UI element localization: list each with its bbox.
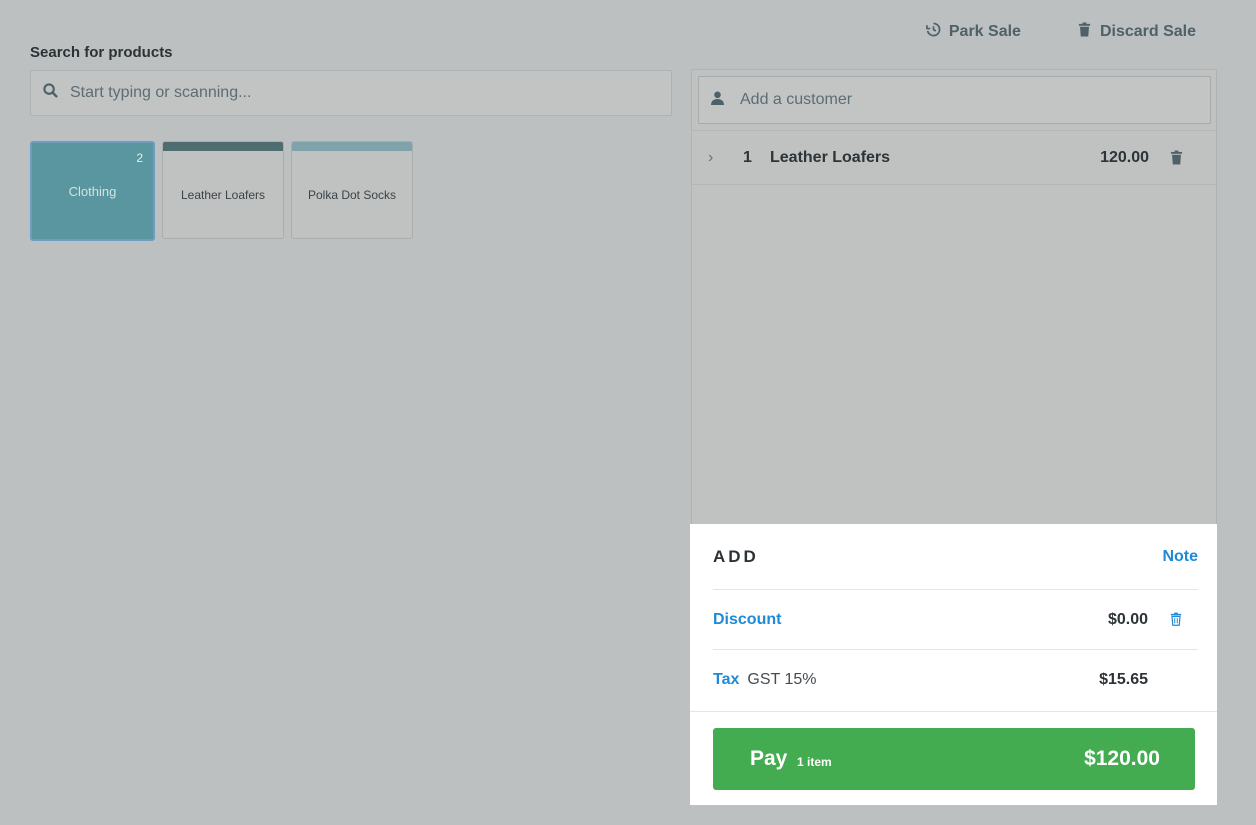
add-note-link[interactable]: Note: [1162, 548, 1198, 566]
tax-row: Tax GST 15% $15.65: [713, 650, 1198, 710]
tile-category-clothing[interactable]: 2 Clothing: [30, 141, 155, 241]
pay-button[interactable]: Pay 1 item $120.00: [713, 728, 1195, 790]
line-item-price: 120.00: [1100, 148, 1149, 166]
product-search[interactable]: [30, 70, 672, 116]
history-icon: [925, 22, 941, 42]
tax-amount: $15.65: [1099, 671, 1148, 688]
discount-row: Discount $0.00: [713, 590, 1198, 650]
remove-item-icon[interactable]: [1170, 150, 1183, 170]
add-customer-field[interactable]: Add a customer: [698, 76, 1211, 124]
search-label: Search for products: [30, 44, 173, 61]
tax-link[interactable]: Tax: [713, 671, 739, 689]
tile-color-bar: [292, 142, 412, 151]
line-item-qty: 1: [743, 148, 752, 166]
tile-product-polka-dot-socks[interactable]: Polka Dot Socks: [291, 141, 413, 239]
line-item[interactable]: › 1 Leather Loafers 120.00: [692, 130, 1216, 185]
top-actions: Park Sale Discard Sale: [925, 22, 1196, 42]
park-sale-label: Park Sale: [948, 23, 1021, 40]
tile-label: Clothing: [68, 183, 117, 199]
discount-link[interactable]: Discount: [713, 611, 781, 629]
divider: [690, 711, 1217, 712]
tile-label: Leather Loafers: [180, 187, 266, 202]
discount-amount: $0.00: [1107, 610, 1148, 628]
pay-total: $120.00: [1084, 747, 1160, 770]
add-title: ADD: [713, 546, 759, 566]
sell-screen: Park Sale Discard Sale Search for produc…: [0, 0, 1256, 825]
search-input[interactable]: [70, 84, 630, 102]
chevron-right-icon[interactable]: ›: [708, 149, 713, 167]
discard-sale-button[interactable]: Discard Sale: [1077, 22, 1196, 42]
tile-color-bar: [163, 142, 283, 151]
discard-sale-label: Discard Sale: [1099, 23, 1196, 40]
remove-discount-icon[interactable]: [1170, 612, 1182, 631]
sale-summary: ADD Note Discount $0.00 Tax GST 15% $15.…: [690, 524, 1217, 805]
quick-keys: 2 Clothing Leather Loafers Polka Dot Soc…: [30, 141, 413, 241]
user-icon: [711, 91, 740, 110]
pay-item-count: 1 item: [797, 755, 832, 769]
customer-placeholder: Add a customer: [740, 91, 853, 108]
tax-description: GST 15%: [747, 671, 817, 688]
tile-product-leather-loafers[interactable]: Leather Loafers: [162, 141, 284, 239]
line-item-name: Leather Loafers: [770, 148, 891, 166]
tile-label: Polka Dot Socks: [307, 187, 397, 202]
trash-icon: [1077, 22, 1092, 42]
category-count: 2: [136, 151, 143, 165]
search-icon: [43, 83, 70, 103]
add-row: ADD Note: [713, 524, 1198, 590]
pay-label: Pay: [750, 747, 788, 770]
park-sale-button[interactable]: Park Sale: [925, 22, 1021, 42]
